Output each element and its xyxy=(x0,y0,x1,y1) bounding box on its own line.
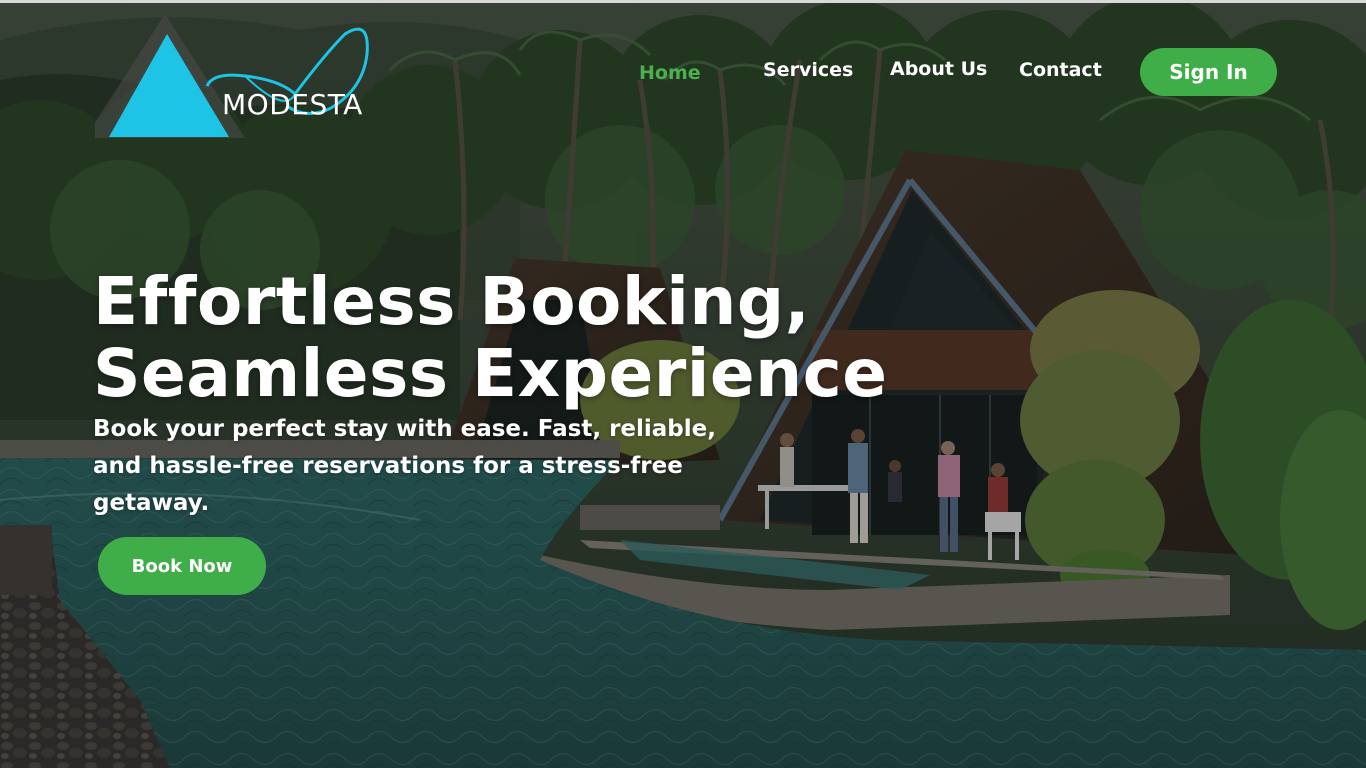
book-now-button[interactable]: Book Now xyxy=(98,537,266,595)
sign-in-button[interactable]: Sign In xyxy=(1140,48,1277,96)
main-navigation: Home Services About Us Contact Sign In xyxy=(0,0,1366,140)
hero-section: MODESTA Home Services About Us Contact S… xyxy=(0,0,1366,768)
hero-headline: Effortless Booking, Seamless Experience xyxy=(93,266,888,410)
nav-item-services[interactable]: Services xyxy=(763,59,853,81)
hero-headline-line-1: Effortless Booking, xyxy=(93,263,811,340)
nav-item-contact[interactable]: Contact xyxy=(1019,59,1102,81)
hero-subtext: Book your perfect stay with ease. Fast, … xyxy=(93,416,716,516)
nav-item-home[interactable]: Home xyxy=(639,62,701,84)
hero-headline-line-2: Seamless Experience xyxy=(93,335,888,412)
nav-item-about-us[interactable]: About Us xyxy=(890,58,987,80)
